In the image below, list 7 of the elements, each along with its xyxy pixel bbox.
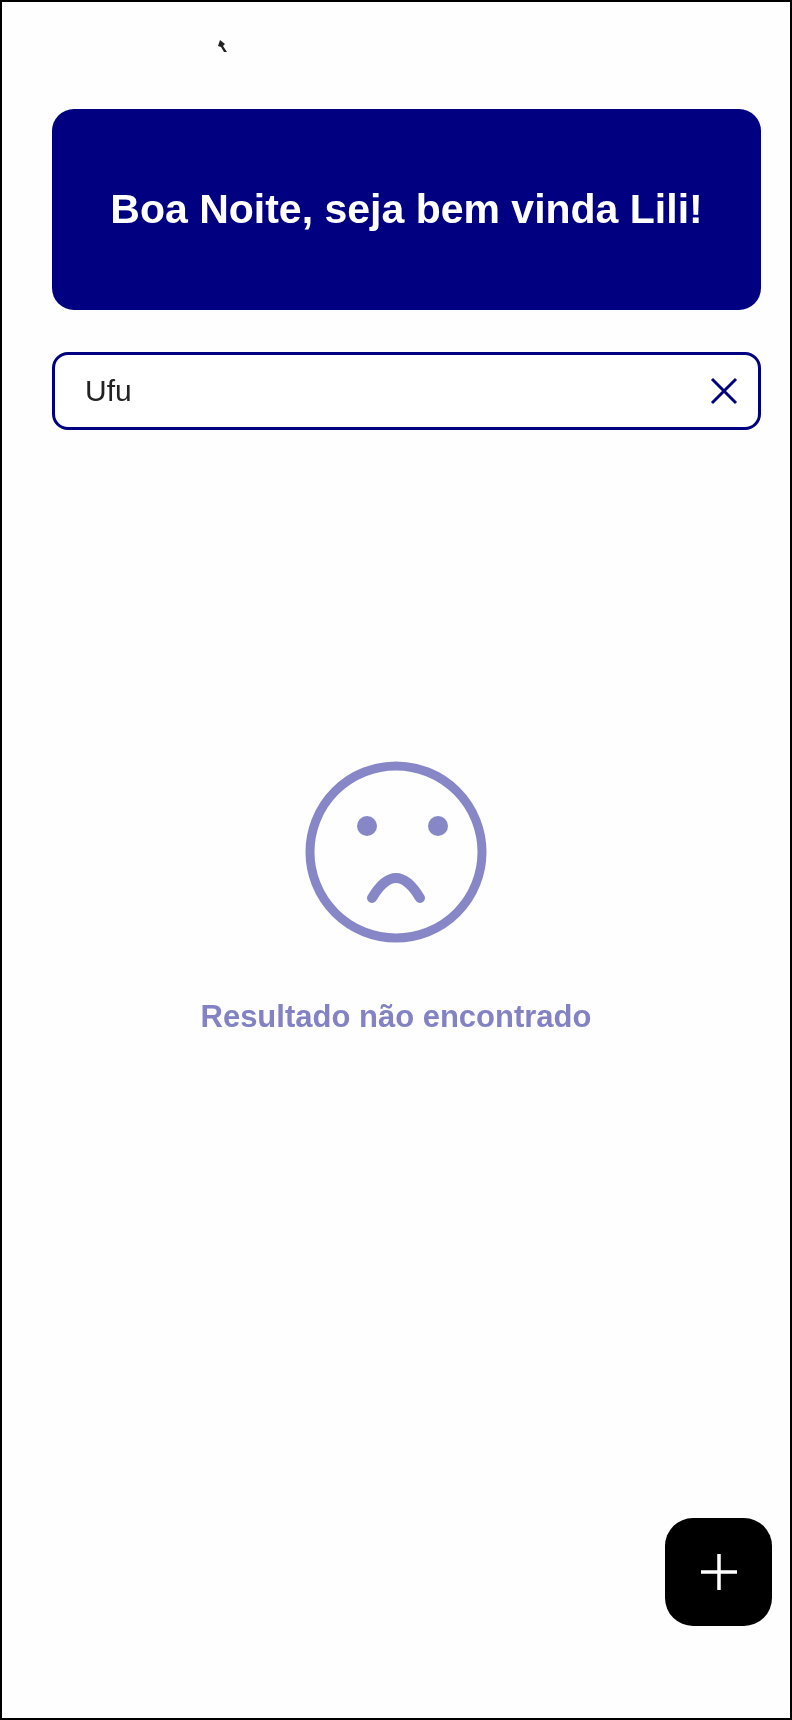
empty-message: Resultado não encontrado <box>200 998 592 1036</box>
search-field[interactable]: Ufu <box>52 352 761 430</box>
greeting-text: Boa Noite, seja bem vinda Lili! <box>110 184 703 234</box>
sad-face-icon <box>304 760 488 944</box>
add-button[interactable] <box>665 1518 772 1626</box>
plus-icon <box>698 1552 739 1592</box>
close-icon[interactable] <box>709 376 739 406</box>
